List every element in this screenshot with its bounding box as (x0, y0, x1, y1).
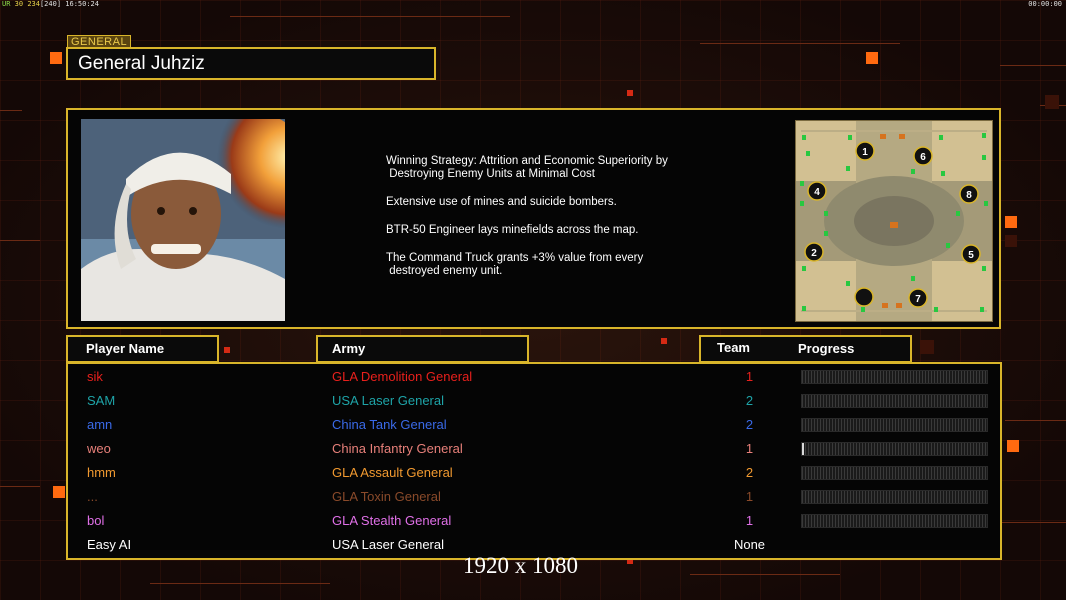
general-portrait-image (81, 119, 285, 321)
general-info-panel: Winning Strategy: Attrition and Economic… (66, 108, 1001, 329)
player-name: Easy AI (87, 537, 132, 552)
player-army: GLA Demolition General (332, 369, 473, 384)
player-army: GLA Toxin General (332, 489, 441, 504)
decor-square (866, 52, 878, 64)
description-line: Winning Strategy: Attrition and Economic… (386, 155, 668, 180)
start-position-label: 5 (968, 250, 974, 261)
decor-line (150, 583, 330, 584)
description-line: The Command Truck grants +3% value from … (386, 252, 644, 277)
player-army: China Infantry General (332, 441, 463, 456)
player-name: weo (87, 441, 111, 456)
map-preview-image: 1 6 4 8 2 5 7 (796, 121, 992, 321)
player-team: 2 (745, 465, 754, 480)
decor-line (0, 110, 22, 111)
load-progress-bar (801, 370, 988, 384)
player-name: sik (87, 369, 103, 384)
player-row[interactable]: sik GLA Demolition General 1 (68, 366, 1000, 390)
player-name: hmm (87, 465, 116, 480)
decor-square (1007, 440, 1019, 452)
load-progress-fill (802, 443, 804, 455)
load-progress-bar (801, 490, 988, 504)
general-portrait (81, 119, 285, 321)
player-name: bol (87, 513, 105, 528)
resolution-caption: 1920 x 1080 (463, 553, 578, 578)
header-player-name: Player Name (66, 335, 219, 363)
status-value-1: 30 (14, 0, 24, 8)
player-row[interactable]: SAM USA Laser General 2 (68, 390, 1000, 414)
player-army: China Tank General (332, 417, 447, 432)
player-team: 1 (745, 369, 754, 384)
general-title-box: General Juhziz (66, 47, 436, 80)
general-description: Winning Strategy: Attrition and Economic… (386, 155, 706, 293)
decor-square (1005, 235, 1017, 247)
player-team: 1 (745, 489, 754, 504)
player-row[interactable]: hmm GLA Assault General 2 (68, 462, 1000, 486)
header-army-label: Army (332, 341, 366, 356)
load-progress-bar (801, 514, 988, 528)
start-position-label: 2 (811, 248, 817, 259)
player-name: SAM (87, 393, 116, 408)
decor-square (1045, 95, 1059, 109)
decor-line (1005, 420, 1066, 421)
decor-line (700, 43, 900, 44)
load-progress-bar (801, 418, 988, 432)
player-team: 2 (745, 417, 754, 432)
player-army: GLA Stealth General (332, 513, 452, 528)
status-readout-left: UR 30 234[240] 16:50:24 (2, 0, 99, 8)
decor-line (690, 574, 840, 575)
header-team-progress: Team Progress (699, 335, 912, 363)
description-line: Extensive use of mines and suicide bombe… (386, 196, 617, 208)
status-prefix: UR (2, 0, 11, 8)
status-value-3: [240] (39, 0, 62, 8)
decor-square (920, 340, 934, 354)
player-row[interactable]: amn China Tank General 2 (68, 414, 1000, 438)
map-preview: 1 6 4 8 2 5 7 (795, 120, 993, 322)
decor-line (0, 486, 40, 487)
decor-square (627, 90, 633, 96)
description-line: BTR-50 Engineer lays minefields across t… (386, 224, 639, 236)
decor-square (224, 347, 230, 353)
decor-square (661, 338, 667, 344)
player-army: GLA Assault General (332, 465, 453, 480)
header-army: Army (316, 335, 529, 363)
player-team: 1 (745, 441, 754, 456)
status-clock: 16:50:24 (65, 0, 99, 8)
general-name: General Juhziz (78, 53, 205, 74)
player-team: None (733, 537, 766, 552)
player-row[interactable]: ... GLA Toxin General 1 (68, 486, 1000, 510)
player-army: USA Laser General (332, 393, 445, 408)
start-position-label: 4 (814, 187, 820, 198)
status-timer: 00:00:00 (1028, 0, 1062, 8)
load-progress-bar (801, 394, 988, 408)
decor-square (53, 486, 65, 498)
status-value-2: 234 (27, 0, 40, 8)
player-name: amn (87, 417, 113, 432)
decor-square (50, 52, 62, 64)
start-position-label: 8 (966, 190, 972, 201)
start-position-label: 7 (915, 294, 921, 305)
player-row[interactable]: weo China Infantry General 1 (68, 438, 1000, 462)
player-name: ... (87, 489, 98, 504)
start-position-label: 6 (920, 152, 926, 163)
header-player-name-label: Player Name (86, 341, 165, 356)
player-roster: sik GLA Demolition General 1 SAM USA Laser G… (66, 362, 1002, 560)
start-position-label: 1 (862, 147, 868, 158)
header-team-label: Team (717, 340, 750, 355)
decor-line (0, 240, 40, 241)
start-position-marker (854, 287, 874, 307)
decor-line (1000, 65, 1066, 66)
decor-line (1000, 522, 1066, 523)
player-team: 2 (745, 393, 754, 408)
load-progress-bar (801, 442, 988, 456)
player-team: 1 (745, 513, 754, 528)
player-army: USA Laser General (332, 537, 445, 552)
decor-square (1005, 216, 1017, 228)
player-row[interactable]: bol GLA Stealth General 1 (68, 510, 1000, 534)
decor-line (230, 16, 510, 17)
header-progress-label: Progress (798, 341, 855, 356)
load-progress-bar (801, 466, 988, 480)
